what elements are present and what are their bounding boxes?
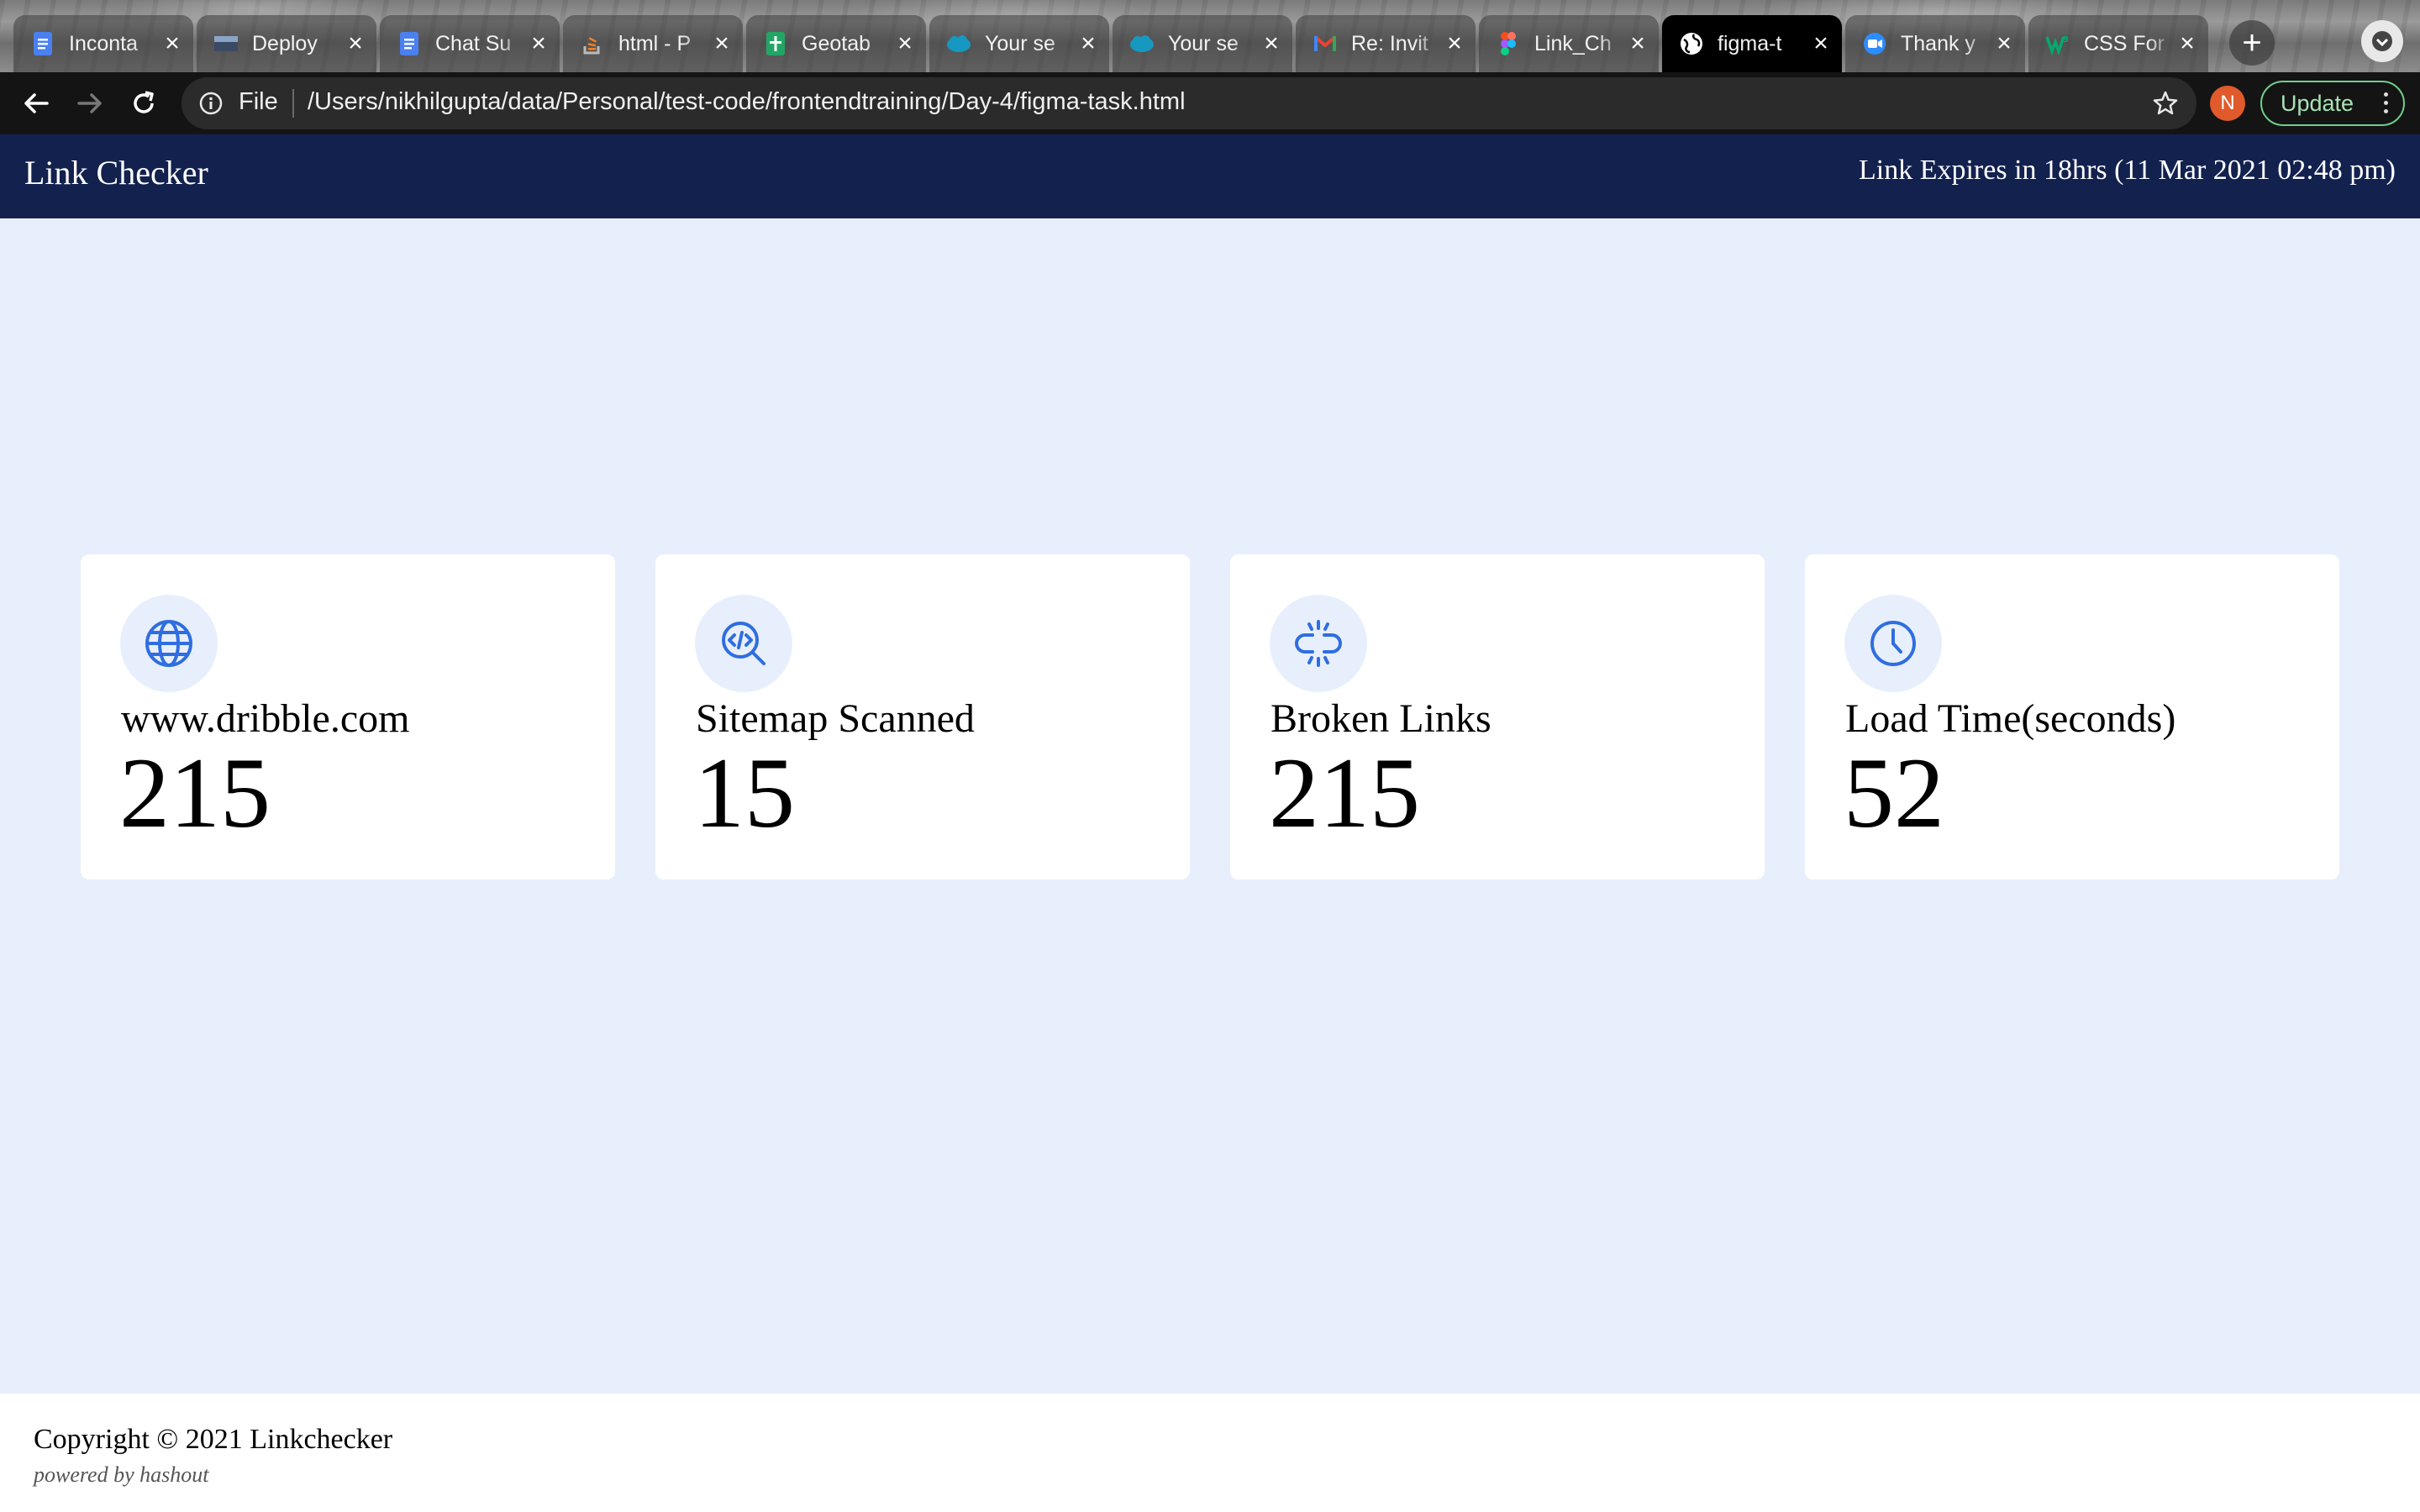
close-icon[interactable]: ×: [161, 31, 183, 56]
sheets-icon: [763, 31, 788, 56]
w3schools-icon: 3: [2045, 31, 2070, 56]
card-value: 15: [694, 737, 795, 848]
main-content: www.dribble.com 215 Sitemap Scanned 15 B…: [0, 218, 2420, 1394]
copyright-text: Copyright © 2021 Linkchecker: [34, 1424, 393, 1455]
tab-title: Your se: [985, 31, 1055, 55]
profile-avatar[interactable]: N: [2210, 86, 2245, 121]
browser-tab[interactable]: Re: Invit ×: [1294, 15, 1477, 72]
salesforce-icon: [1129, 31, 1155, 56]
close-icon[interactable]: ×: [2176, 31, 2198, 56]
docs-icon: [397, 31, 422, 56]
close-icon[interactable]: ×: [894, 31, 916, 56]
browser-tab[interactable]: Your se ×: [928, 15, 1111, 72]
stat-card-website: www.dribble.com 215: [81, 554, 615, 879]
tab-title: Link_Ch: [1534, 31, 1612, 55]
card-icon-badge: [1270, 595, 1367, 692]
site-header: Link Checker Link Expires in 18hrs (11 M…: [0, 134, 2420, 218]
update-label: Update: [2281, 90, 2354, 116]
docs-icon: [30, 31, 55, 56]
browser-tab[interactable]: Inconta ×: [12, 15, 195, 72]
tab-title: Deploy: [252, 31, 318, 55]
close-icon[interactable]: ×: [1627, 31, 1649, 56]
browser-tab[interactable]: Deploy ×: [195, 15, 378, 72]
browser-tab-active[interactable]: figma-t ×: [1660, 15, 1844, 72]
clock-icon: [1870, 621, 1916, 666]
card-label: Broken Links: [1270, 696, 1491, 741]
powered-by-text: powered by hashout: [34, 1462, 209, 1487]
more-vertical-icon[interactable]: [2384, 92, 2388, 113]
broken-link-icon: [1295, 620, 1342, 667]
browser-tab[interactable]: Your se ×: [1111, 15, 1294, 72]
bookmark-star-icon[interactable]: [2151, 89, 2180, 118]
arrow-right-icon: [77, 93, 102, 113]
reload-button[interactable]: [123, 82, 165, 124]
update-button[interactable]: Update: [2260, 81, 2405, 126]
browser-toolbar: File /Users/nikhilgupta/data/Personal/te…: [0, 72, 2420, 134]
zoom-icon: [1862, 31, 1887, 56]
image-thumbnail-icon: [213, 31, 239, 56]
close-icon[interactable]: ×: [1810, 31, 1832, 56]
tab-title: Inconta: [69, 31, 139, 55]
figma-icon: [1496, 31, 1521, 56]
close-icon[interactable]: ×: [1260, 31, 1282, 56]
tab-title: Re: Invit: [1351, 31, 1428, 55]
stat-card-broken-links: Broken Links 215: [1230, 554, 1765, 879]
divider: [292, 89, 294, 118]
tab-title: Your se: [1168, 31, 1239, 55]
stat-card-sitemap: Sitemap Scanned 15: [655, 554, 1190, 879]
back-button[interactable]: [15, 82, 57, 124]
browser-tab[interactable]: Thank y ×: [1844, 15, 2027, 72]
link-expiry-text: Link Expires in 18hrs (11 Mar 2021 02:48…: [1859, 155, 2396, 186]
arrow-left-icon: [24, 93, 49, 113]
svg-text:3: 3: [2063, 35, 2069, 45]
card-label: Sitemap Scanned: [696, 696, 975, 741]
browser-tab[interactable]: 3 CSS For ×: [2027, 15, 2210, 72]
close-icon[interactable]: ×: [528, 31, 550, 56]
stat-card-load-time: Load Time(seconds) 52: [1805, 554, 2339, 879]
url-scheme-label: File: [239, 88, 278, 115]
globe-icon: [145, 620, 192, 667]
close-icon[interactable]: ×: [1444, 31, 1465, 56]
tab-title: Geotab: [802, 31, 871, 55]
close-icon[interactable]: ×: [711, 31, 733, 56]
salesforce-icon: [946, 31, 971, 56]
card-icon-badge: [120, 595, 218, 692]
close-icon[interactable]: ×: [1993, 31, 2015, 56]
globe-icon: [1679, 31, 1704, 56]
card-value: 215: [1269, 737, 1420, 848]
card-label: www.dribble.com: [121, 696, 410, 741]
site-title: Link Checker: [24, 154, 208, 192]
card-value: 215: [119, 737, 271, 848]
gmail-icon: [1313, 31, 1338, 56]
card-icon-badge: [1844, 595, 1942, 692]
site-footer: Copyright © 2021 Linkchecker powered by …: [0, 1394, 2420, 1512]
address-bar[interactable]: File /Users/nikhilgupta/data/Personal/te…: [182, 77, 2196, 129]
card-icon-badge: [695, 595, 792, 692]
tab-search-button[interactable]: [2361, 20, 2403, 62]
browser-tab[interactable]: Geotab ×: [744, 15, 928, 72]
stackoverflow-icon: [580, 31, 605, 56]
chevron-down-icon: [2372, 31, 2392, 51]
tab-title: html - P: [618, 31, 692, 55]
browser-tab[interactable]: html - P ×: [561, 15, 744, 72]
card-value: 52: [1844, 737, 1944, 848]
close-icon[interactable]: ×: [345, 31, 366, 56]
browser-tab[interactable]: Link_Ch ×: [1477, 15, 1660, 72]
new-tab-button[interactable]: +: [2229, 20, 2275, 66]
tab-title: CSS For: [2084, 31, 2165, 55]
browser-tab[interactable]: Chat Su ×: [378, 15, 561, 72]
close-icon[interactable]: ×: [1077, 31, 1099, 56]
browser-tab-strip: Inconta × Deploy × Chat Su × html - P × …: [0, 0, 2420, 72]
url-text[interactable]: /Users/nikhilgupta/data/Personal/test-co…: [308, 88, 1186, 116]
tab-title: figma-t: [1718, 31, 1782, 55]
info-icon[interactable]: [198, 91, 224, 116]
card-label: Load Time(seconds): [1845, 696, 2176, 741]
tab-title: Thank y: [1901, 31, 1975, 55]
forward-button[interactable]: [69, 82, 111, 124]
search-code-icon: [722, 622, 765, 665]
tab-list: Inconta × Deploy × Chat Su × html - P × …: [12, 15, 2210, 72]
reload-icon: [134, 91, 154, 113]
tab-title: Chat Su: [435, 31, 512, 55]
